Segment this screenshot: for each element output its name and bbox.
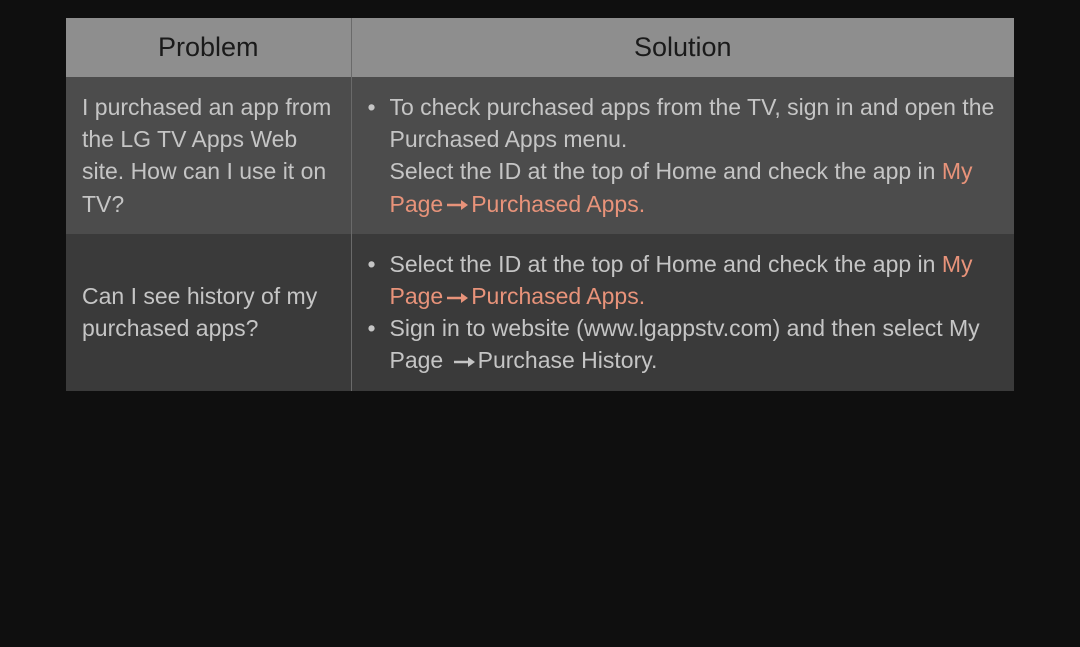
problem-text: Can I see history of my purchased apps? (66, 234, 351, 391)
solution-text: To check purchased apps from the TV, sig… (390, 94, 995, 152)
bullet-item: • To check purchased apps from the TV, s… (368, 91, 997, 220)
header-solution: Solution (351, 18, 1014, 77)
solution-text: Select the ID at the top of Home and che… (390, 158, 942, 184)
bullet-item: • Sign in to website (www.lgappstv.com) … (368, 312, 997, 376)
nav-path-to: Purchased Apps (471, 191, 639, 217)
table-header-row: Problem Solution (66, 18, 1014, 77)
arrow-icon (453, 355, 475, 369)
nav-path-to: Purchase History (478, 347, 651, 373)
nav-path-to: Purchased Apps (471, 283, 639, 309)
table-row: I purchased an app from the LG TV Apps W… (66, 77, 1014, 234)
header-problem: Problem (66, 18, 351, 77)
solution-cell: • To check purchased apps from the TV, s… (351, 77, 1014, 234)
bullet-icon: • (368, 91, 390, 123)
nav-suffix: . (651, 347, 657, 373)
bullet-text: Select the ID at the top of Home and che… (390, 248, 997, 312)
bullet-icon: • (368, 312, 390, 344)
bullet-icon: • (368, 248, 390, 280)
bullet-text: To check purchased apps from the TV, sig… (390, 91, 997, 220)
nav-suffix: . (639, 283, 645, 309)
bullet-item: • Select the ID at the top of Home and c… (368, 248, 997, 312)
bullet-text: Sign in to website (www.lgappstv.com) an… (390, 312, 997, 376)
problem-text: I purchased an app from the LG TV Apps W… (66, 77, 351, 234)
solution-text: Select the ID at the top of Home and che… (390, 251, 942, 277)
solution-cell: • Select the ID at the top of Home and c… (351, 234, 1014, 391)
troubleshooting-table: Problem Solution I purchased an app from… (66, 18, 1014, 391)
arrow-icon (446, 291, 468, 305)
nav-suffix: . (639, 191, 645, 217)
arrow-icon (446, 198, 468, 212)
table-row: Can I see history of my purchased apps? … (66, 234, 1014, 391)
